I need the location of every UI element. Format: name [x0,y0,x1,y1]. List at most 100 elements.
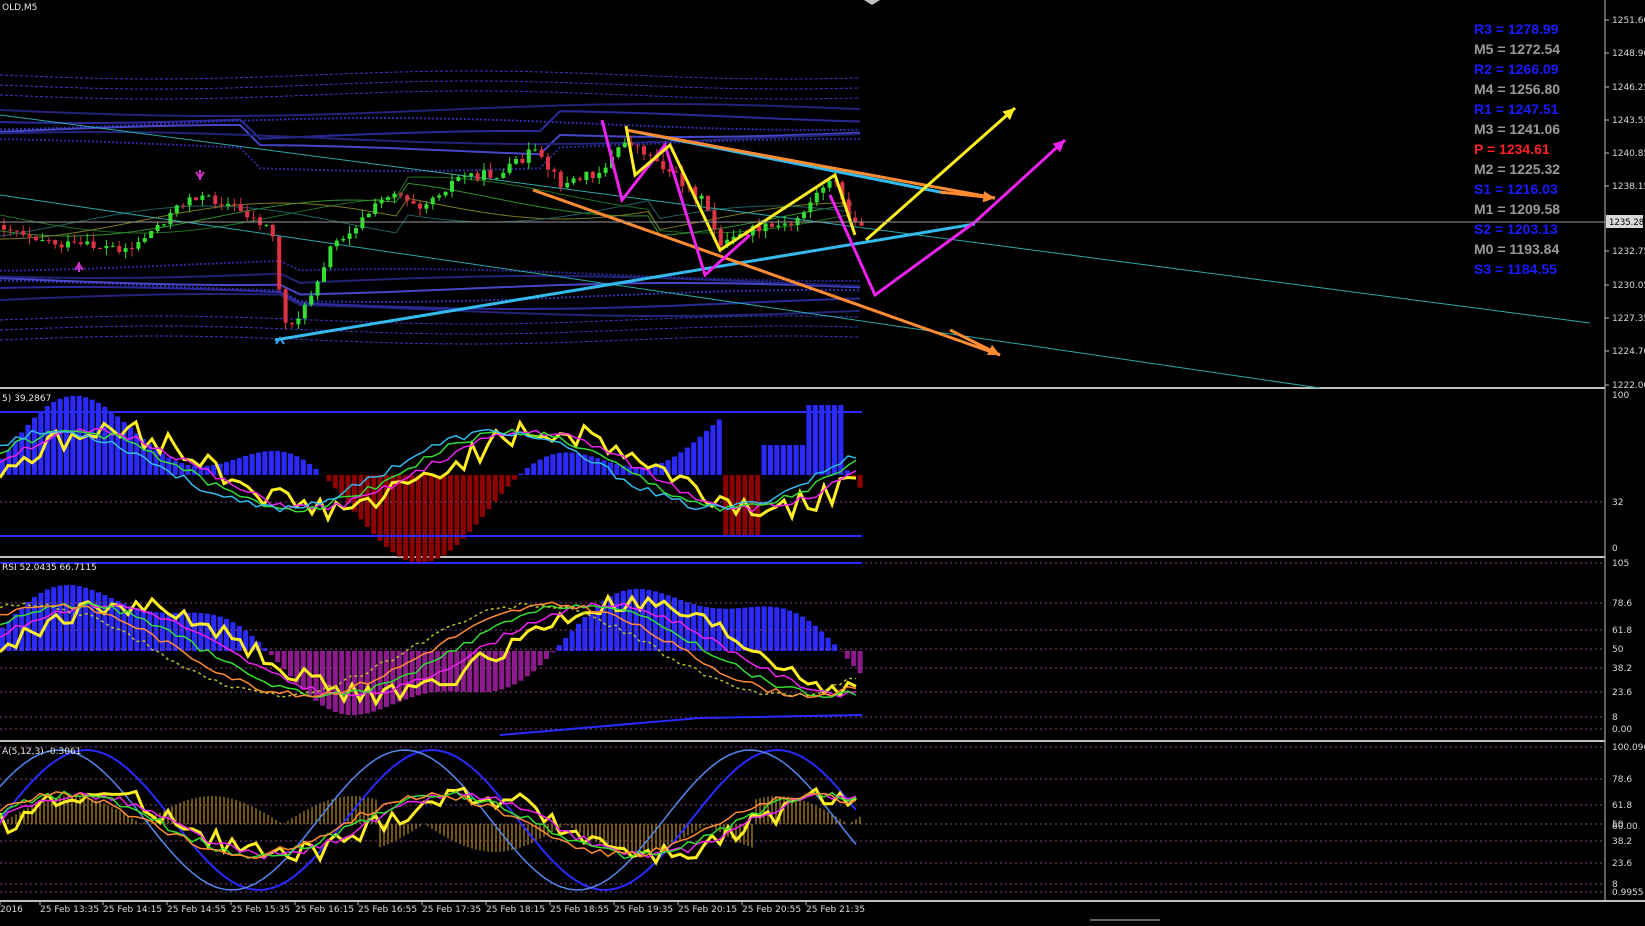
macd-histogram-bar [806,405,812,475]
candle-body [8,229,13,231]
macd-histogram-bar [595,458,601,475]
macd-histogram-bar [428,475,434,562]
candle-body [578,178,582,180]
rsi-tick-label: 61.8 [1612,626,1632,636]
price-tick-label: 1224.70 [1612,347,1645,357]
rsi-histogram-bar [345,651,351,715]
macd-histogram-bar [294,456,300,475]
candle-body [648,154,653,156]
candle-body [334,240,339,247]
rsi-histogram-bar [288,651,293,677]
stochastic-tick-label: 100.0969 [1612,743,1645,753]
candle-body [814,192,819,203]
rsi-histogram-bar [326,651,332,710]
macd-histogram-bar [480,475,485,517]
macd-histogram-bar [774,445,780,475]
pivot-level-label: M4 = 1256.80 [1474,81,1560,97]
candle-body [424,204,429,209]
rsi-histogram-bar [569,630,575,651]
time-tick-label: 2016 [0,905,23,915]
candle-body [91,241,96,248]
macd-histogram-bar [723,475,729,535]
rsi-histogram-bar [102,595,108,651]
candle-body [162,224,166,226]
rsi-histogram-bar [384,651,389,707]
pivot-level-label: R2 = 1266.09 [1474,61,1559,77]
rsi-histogram-bar [774,607,780,651]
candle-body [104,246,109,249]
candle-body [149,230,154,239]
rsi-histogram-bar [83,587,89,651]
candle-body [360,217,365,229]
candle-body [565,182,570,188]
candle-body [283,289,288,323]
candle-body [398,193,403,196]
rsi-histogram-bar [793,613,799,651]
candle-body [437,195,442,198]
rsi-histogram-bar [204,613,210,651]
macd-histogram-bar [710,425,716,475]
candle-body [789,223,794,226]
price-tick-label: 1246.25 [1612,83,1645,93]
fractal-down-icon [74,262,84,272]
price-tick-label: 1238.15 [1612,182,1645,192]
macd-histogram-bar [332,475,338,489]
time-tick-label: 25 Feb 14:55 [167,905,226,915]
pivot-level-label: R1 = 1247.51 [1474,101,1559,117]
current-price-tag: 1235.28 [1609,218,1644,228]
candle-body [853,217,858,222]
yellow-arrow [865,106,1016,242]
candle-body [533,149,538,151]
candle-body [661,161,666,170]
candle-body [277,236,282,290]
macd-histogram-bar [249,454,255,475]
rsi-histogram-bar [422,651,428,694]
macd-histogram-bar [313,468,319,475]
candle-body [706,195,710,211]
rsi-histogram-bar [281,651,287,670]
candle-body [405,195,410,201]
candle-body [258,217,262,226]
macd-histogram-bar [544,456,549,475]
candle-body [482,170,486,180]
candle-body [155,225,160,231]
candle-body [226,203,230,206]
candle-body [584,171,589,180]
chart-shift-marker[interactable] [864,0,880,5]
candle-body [642,146,646,155]
macd-histogram-bar [588,456,594,475]
candle-body [782,223,787,226]
band-upper [0,117,861,131]
rsi-histogram-bar [678,599,684,651]
candle-body [494,177,499,179]
macd-histogram-bar [614,464,620,475]
rsi-panel [0,562,1605,736]
time-tick-label: 25 Feb 20:15 [678,905,737,915]
macd-label: 5) 39.2867 [2,394,51,404]
rsi-histogram-bar [787,610,793,651]
macd-histogram-bar [800,445,805,475]
rsi-tick-label: 38.2 [1612,664,1632,674]
chart-canvas[interactable]: OLD,M5 R3 = 1278.99 M5 = 1272.54 R2 = 1266… [0,0,1645,926]
macd-histogram-bar [230,459,236,475]
price-tick-label: 1222.00 [1612,381,1645,391]
macd-histogram-bar [793,445,799,475]
macd-histogram-bar [780,445,786,475]
pivot-level-label: S1 = 1216.03 [1474,181,1558,197]
macd-histogram-bar [524,468,530,475]
rsi-histogram-bar [64,584,69,651]
pivot-level-label: R3 = 1278.99 [1474,21,1559,37]
time-tick-label: 25 Feb 14:15 [103,905,162,915]
rsi-histogram-bar [390,651,396,705]
rsi-histogram-bar [556,645,562,651]
rsi-histogram-bar [806,620,812,651]
candle-body [142,238,147,242]
stochastic-tick-label: 78.6 [1612,775,1632,785]
rsi-histogram-bar [428,651,434,693]
outer-band-lower [0,335,861,345]
candle-body [469,173,474,177]
candle-body [488,170,493,179]
price-tick-label: 1251.60 [1612,16,1645,26]
candle-body [136,241,141,249]
candle-body [34,236,38,241]
